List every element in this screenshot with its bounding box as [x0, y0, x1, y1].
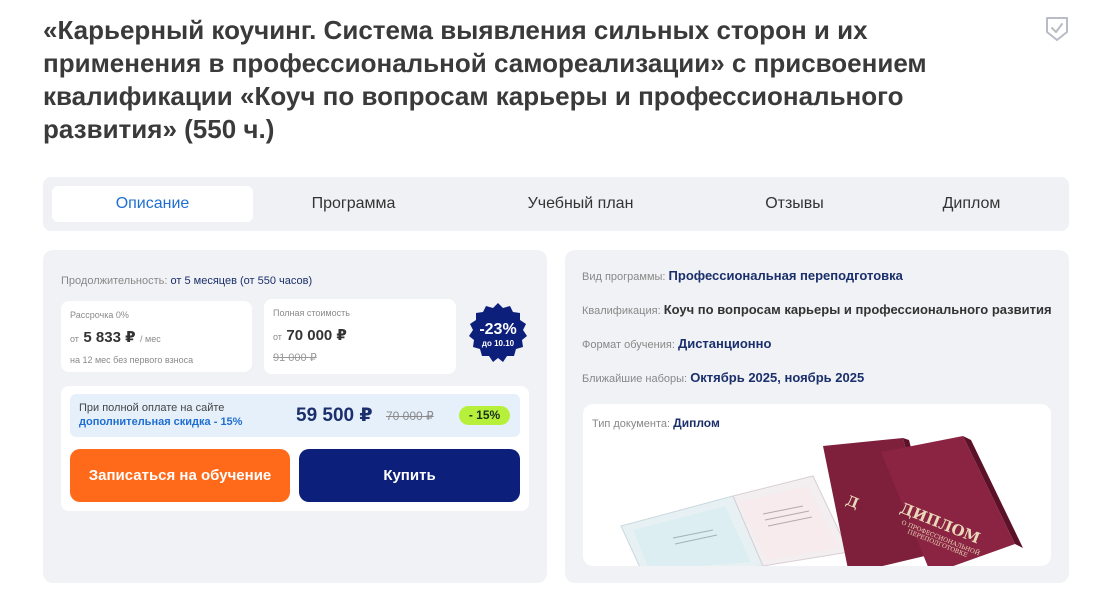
installment-price-row: от 5 833 ₽ / мес — [70, 328, 161, 347]
duration-value: от 5 месяцев (от 550 часов) — [170, 275, 313, 287]
intakes-label: Ближайшие наборы: — [582, 373, 688, 385]
tab-curriculum[interactable]: Учебный план — [480, 186, 681, 222]
qualification-row: Квалификация: Коуч по вопросам карьеры и… — [582, 302, 1052, 317]
promo-old-price: 70 000 ₽ — [386, 409, 434, 423]
program-info-card: Вид программы: Профессиональная переподг… — [565, 250, 1069, 583]
installment-prefix: от — [70, 334, 79, 344]
discount-badge: -23% до 10.10 — [467, 302, 529, 364]
intakes-value: Октябрь 2025, ноябрь 2025 — [690, 370, 865, 385]
promo-line2: дополнительная скидка - 15% — [79, 416, 243, 428]
intakes-row: Ближайшие наборы: Октябрь 2025, ноябрь 2… — [582, 370, 864, 385]
purchase-panel: При полной оплате на сайте дополнительна… — [61, 386, 529, 511]
promo-discount-pill: - 15% — [459, 406, 510, 425]
document-card: Тип документа: Диплом ДИПЛОМ О ПРОФЕССИО… — [583, 404, 1051, 566]
tab-program[interactable]: Программа — [253, 186, 454, 222]
qualification-value: Коуч по вопросам карьеры и профессиональ… — [663, 302, 1052, 317]
promo-banner: При полной оплате на сайте дополнительна… — [70, 394, 520, 437]
duration-row: Продолжительность: от 5 месяцев (от 550 … — [61, 275, 312, 287]
duration-label: Продолжительность: — [61, 275, 168, 287]
diploma-image: ДИПЛОМ О ПРОФЕССИОНАЛЬНОЙ ПЕРЕПОДГОТОВКЕ… — [620, 436, 1023, 566]
full-price-box: Полная стоимость от 70 000 ₽ 91 000 ₽ — [264, 299, 456, 374]
badge-until: до 10.10 — [481, 339, 515, 348]
full-price-row: от 70 000 ₽ — [273, 326, 347, 345]
tab-diploma[interactable]: Диплом — [871, 186, 1072, 222]
promo-price: 59 500 ₽ — [296, 405, 373, 426]
program-type-row: Вид программы: Профессиональная переподг… — [582, 268, 903, 283]
enroll-button[interactable]: Записаться на обучение — [70, 449, 290, 502]
pricing-card: Продолжительность: от 5 месяцев (от 550 … — [43, 250, 547, 583]
installment-label: Рассрочка 0% — [70, 310, 129, 320]
bookmark-shield-icon[interactable] — [1045, 16, 1069, 42]
program-type-label: Вид программы: — [582, 271, 666, 283]
format-value: Дистанционно — [677, 336, 772, 351]
full-price-old: 91 000 ₽ — [273, 352, 317, 364]
full-price-amount: 70 000 ₽ — [286, 327, 347, 344]
document-row: Тип документа: Диплом — [592, 416, 720, 430]
page-title: «Карьерный коучинг. Система выявления си… — [43, 15, 927, 144]
qualification-label: Квалификация: — [582, 305, 661, 317]
format-label: Формат обучения: — [582, 339, 675, 351]
tab-reviews[interactable]: Отзывы — [694, 186, 895, 222]
installment-box: Рассрочка 0% от 5 833 ₽ / мес на 12 мес … — [61, 301, 252, 372]
document-value: Диплом — [673, 416, 720, 430]
installment-per: / мес — [140, 334, 161, 344]
installment-note: на 12 мес без первого взноса — [70, 355, 194, 365]
badge-percent: -23% — [479, 321, 517, 338]
full-price-prefix: от — [273, 332, 282, 342]
format-row: Формат обучения: Дистанционно — [582, 336, 771, 351]
tab-description[interactable]: Описание — [52, 186, 253, 222]
document-label: Тип документа: — [592, 418, 671, 430]
buy-button[interactable]: Купить — [299, 449, 520, 502]
installment-amount: 5 833 ₽ — [83, 329, 136, 346]
program-type-value: Профессиональная переподготовка — [668, 268, 903, 283]
promo-line1: При полной оплате на сайте — [79, 402, 225, 414]
tab-bar: Описание Программа Учебный план Отзывы Д… — [43, 177, 1069, 231]
full-price-label: Полная стоимость — [273, 308, 350, 318]
